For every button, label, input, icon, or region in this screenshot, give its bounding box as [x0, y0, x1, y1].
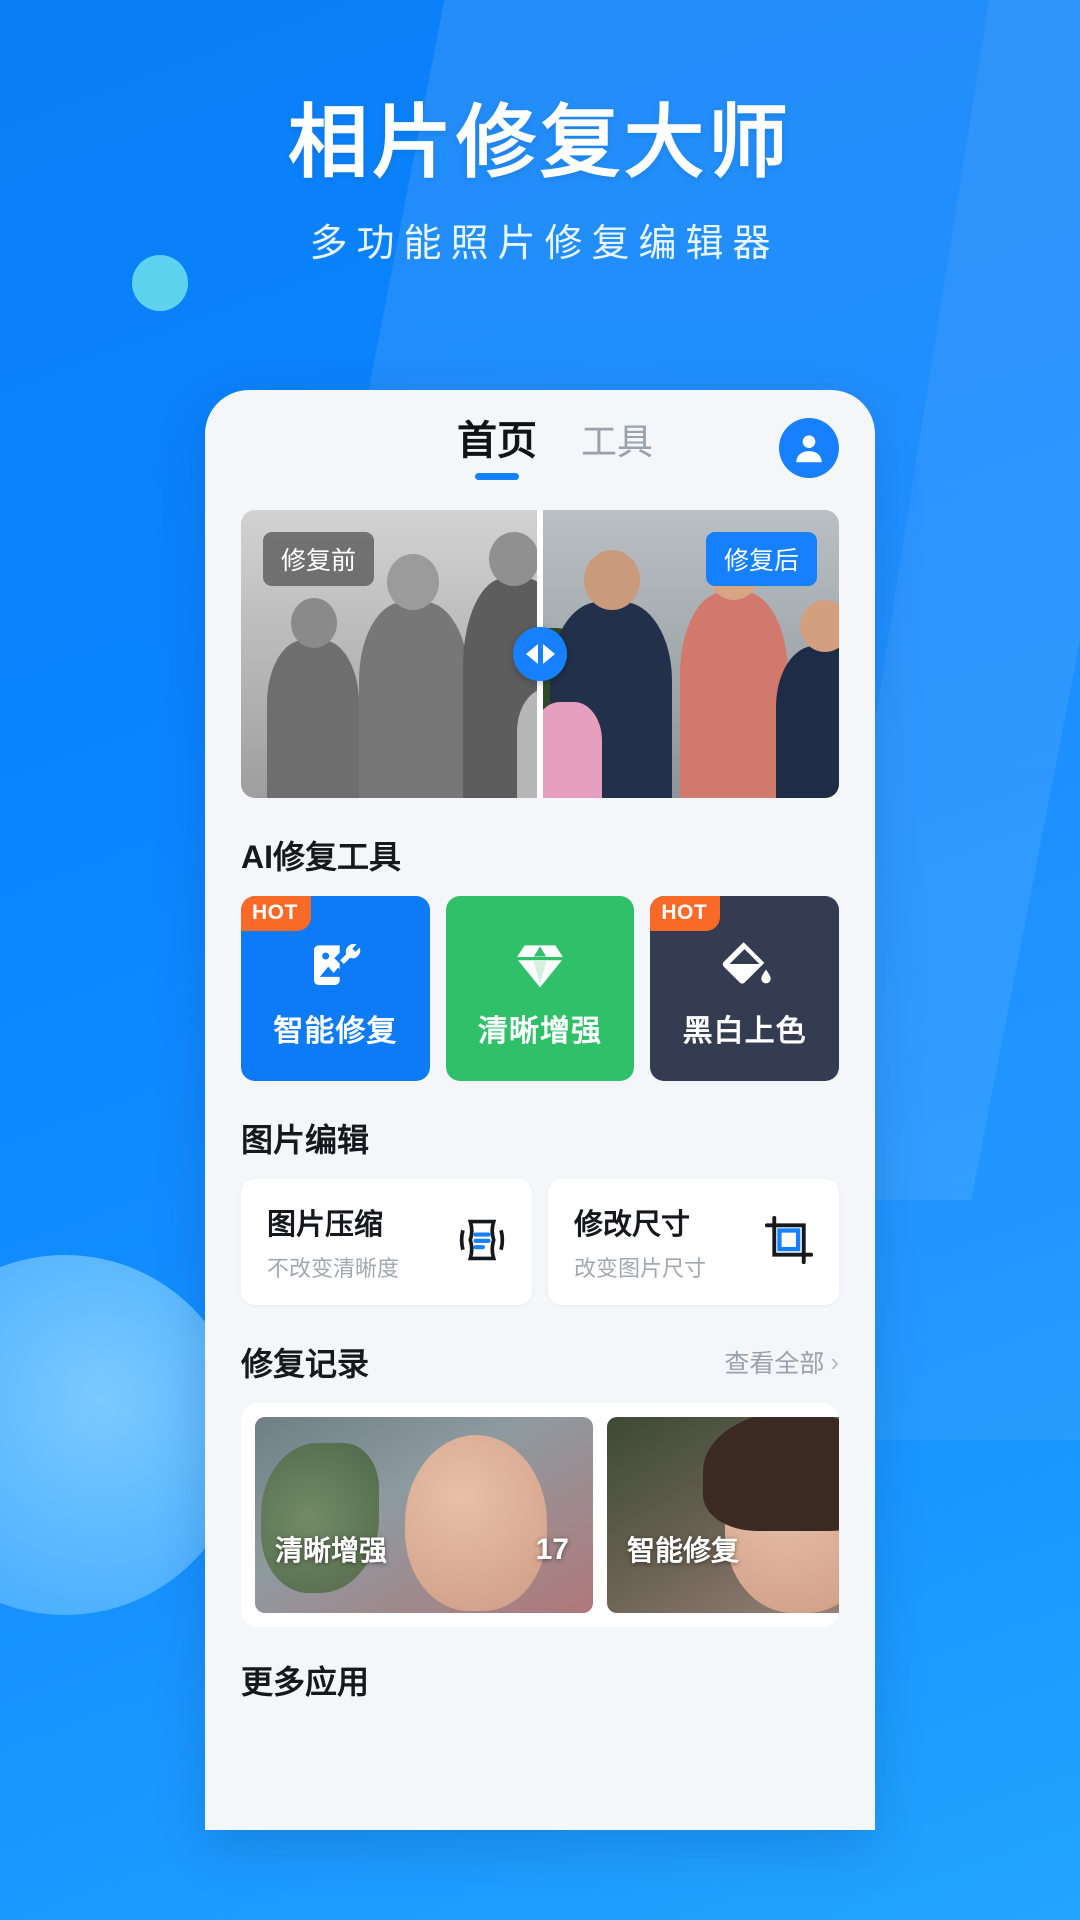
- hot-badge: HOT: [241, 896, 311, 931]
- tab-home-label: 首页: [456, 419, 537, 463]
- hero-section: 相片修复大师 多功能照片修复编辑器: [0, 0, 1080, 267]
- banner-before-image: 修复前: [241, 510, 540, 798]
- view-all-label: 查看全部: [724, 1350, 825, 1378]
- user-avatar-icon[interactable]: [779, 418, 839, 478]
- record-card[interactable]: 智能修复: [607, 1417, 839, 1613]
- edit-card-resize[interactable]: 修改尺寸 改变图片尺寸: [548, 1179, 839, 1305]
- page-title: 相片修复大师: [288, 98, 792, 187]
- records-section-title: 修复记录 查看全部 ›: [241, 1339, 839, 1385]
- chevron-right-icon: ›: [830, 1346, 839, 1377]
- ai-section-title: AI修复工具: [241, 832, 839, 878]
- ai-card-label: 黑白上色: [682, 1014, 807, 1048]
- ai-card-label: 清晰增强: [478, 1014, 602, 1048]
- compress-icon: [456, 1214, 508, 1271]
- edit-section-title-label: 图片编辑: [241, 1122, 370, 1158]
- hot-badge: HOT: [650, 896, 721, 931]
- tab-bar: 首页 工具: [427, 408, 653, 480]
- tab-tools[interactable]: 工具: [581, 413, 653, 479]
- edit-card-title: 图片压缩: [267, 1209, 384, 1241]
- diamond-icon: [512, 928, 568, 1000]
- edit-card-subtitle: 不改变清晰度: [267, 1256, 400, 1281]
- before-after-banner[interactable]: 修复前 修复后: [241, 510, 839, 798]
- edit-section-title: 图片编辑: [241, 1115, 839, 1161]
- tab-active-underline: [474, 473, 519, 480]
- ai-section-title-label: AI修复工具: [241, 839, 402, 875]
- ai-card-clarity-enhance[interactable]: 清晰增强: [445, 896, 635, 1081]
- ai-card-colorize[interactable]: HOT 黑白上色: [650, 896, 840, 1081]
- ai-card-smart-repair[interactable]: HOT 智能修复: [241, 896, 430, 1081]
- crop-resize-icon: [763, 1214, 815, 1271]
- paint-bucket-icon: [717, 928, 773, 1000]
- app-header: 首页 工具: [205, 390, 875, 498]
- view-all-button[interactable]: 查看全部 ›: [724, 1344, 839, 1380]
- badge-before: 修复前: [263, 532, 375, 586]
- phone-screen-mockup: 首页 工具 修复前 修复后 AI修复工具 HOT 智能修复 清晰增强 HOT 黑…: [205, 390, 875, 1830]
- more-apps-title: 更多应用: [241, 1664, 370, 1700]
- banner-after-image: 修复后: [540, 510, 839, 798]
- left-right-arrows-icon[interactable]: [513, 627, 567, 681]
- record-label: 清晰增强: [275, 1535, 388, 1566]
- records-row: 清晰增强 17 智能修复: [255, 1417, 839, 1613]
- edit-card-subtitle: 改变图片尺寸: [574, 1256, 707, 1281]
- edit-card-compress[interactable]: 图片压缩 不改变清晰度: [241, 1179, 532, 1305]
- badge-after: 修复后: [705, 532, 817, 586]
- records-list: 清晰增强 17 智能修复: [241, 1403, 839, 1627]
- record-card[interactable]: 清晰增强 17: [255, 1417, 593, 1613]
- tab-home[interactable]: 首页: [457, 408, 537, 480]
- record-label: 智能修复: [627, 1535, 740, 1566]
- edit-card-row: 图片压缩 不改变清晰度 修改尺寸 改变图片尺寸: [241, 1179, 839, 1305]
- ai-card-label: 智能修复: [273, 1014, 398, 1048]
- record-count: 17: [535, 1533, 569, 1566]
- records-section-title-label: 修复记录: [241, 1346, 370, 1382]
- ai-tool-card-row: HOT 智能修复 清晰增强 HOT 黑白上色: [241, 896, 840, 1081]
- edit-card-title: 修改尺寸: [574, 1209, 691, 1241]
- image-repair-icon: [307, 928, 363, 1000]
- page-subtitle: 多功能照片修复编辑器: [309, 223, 780, 266]
- tab-tools-label: 工具: [580, 421, 653, 462]
